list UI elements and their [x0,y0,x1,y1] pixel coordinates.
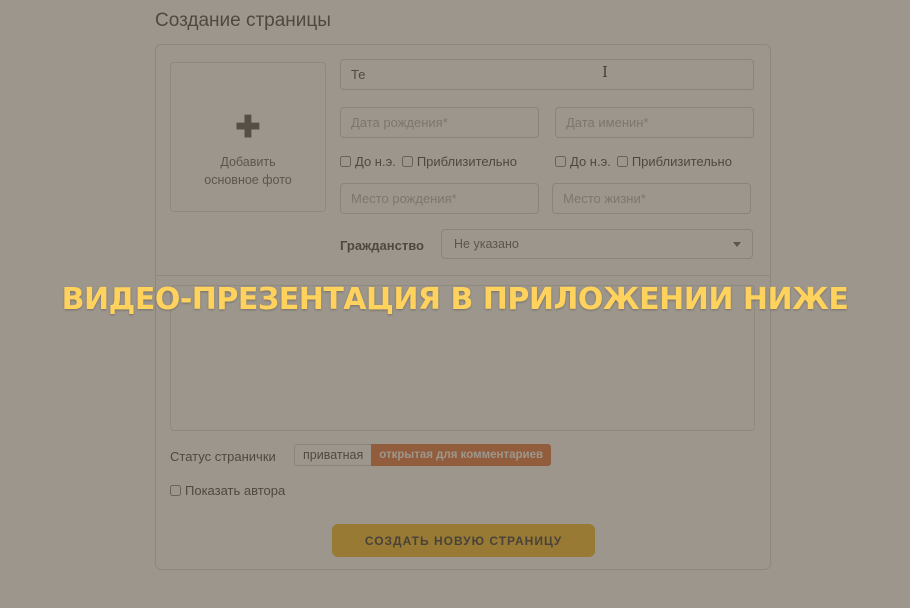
status-toggle: приватная открытая для комментариев [294,444,552,466]
show-author-label: Показать автора [185,483,286,498]
residence-input[interactable] [552,183,751,214]
birth-date-options: До н.э. Приблизительно [340,154,517,169]
add-photo-button[interactable]: ✚ Добавить основное фото [170,62,326,212]
show-author-row: Показать автора [170,483,285,498]
page-title: Создание страницы [155,10,331,31]
name-day-options: До н.э. Приблизительно [555,154,732,169]
name-input[interactable] [340,59,754,90]
plus-icon: ✚ [235,111,261,144]
nameday-approx-checkbox[interactable] [616,156,628,167]
birth-approx-checkbox[interactable] [401,156,413,167]
name-day-input[interactable] [555,107,754,138]
text-cursor-icon: I [602,63,608,81]
video-presentation-banner: ВИДЕО-ПРЕЗЕНТАЦИЯ В ПРИЛОЖЕНИИ НИЖЕ [61,282,849,317]
birth-approx-label: Приблизительно [416,154,517,169]
status-label: Статус странички [170,449,276,464]
chevron-down-icon [733,242,741,247]
birth-bc-label: До н.э. [355,154,396,169]
add-photo-label: Добавить основное фото [204,155,292,187]
status-private-option[interactable]: приватная [294,444,372,466]
show-author-checkbox[interactable] [170,485,181,496]
create-page-button[interactable]: СОЗДАТЬ НОВУЮ СТРАНИЦУ [332,524,595,557]
citizenship-label: Гражданство [340,238,424,253]
nameday-approx-label: Приблизительно [631,154,732,169]
birth-place-input[interactable] [340,183,539,214]
nameday-bc-label: До н.э. [570,154,611,169]
status-open-option[interactable]: открытая для комментариев [371,444,552,466]
citizenship-select[interactable]: Не указано [441,229,753,259]
birth-bc-checkbox[interactable] [340,156,351,167]
nameday-bc-checkbox[interactable] [555,156,566,167]
divider [156,275,770,276]
citizenship-value: Не указано [454,237,519,251]
birth-date-input[interactable] [340,107,539,138]
